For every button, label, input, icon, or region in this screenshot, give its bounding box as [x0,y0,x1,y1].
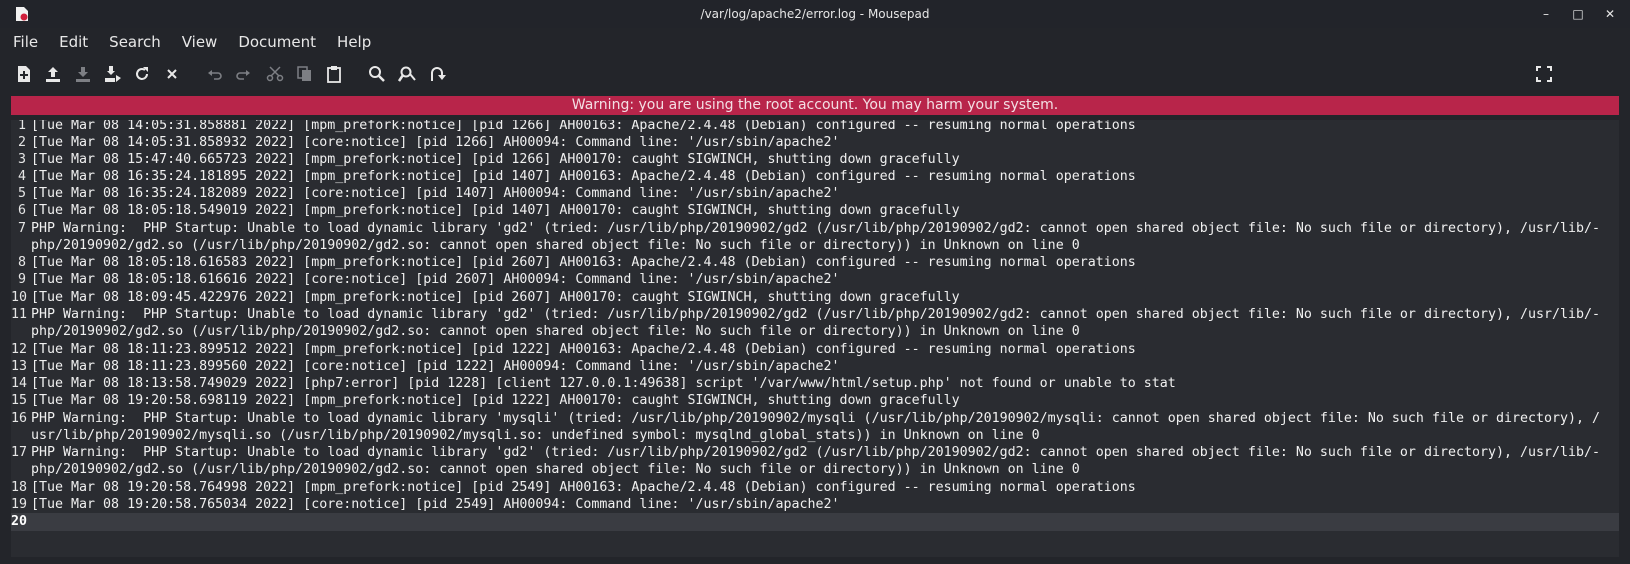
editor-line-wrap: php/20190902/gd2.so (/usr/lib/php/201909… [11,237,1619,255]
line-text: [Tue Mar 08 18:05:18.616616 2022] [core:… [31,272,840,287]
line-number: 4 [17,169,26,184]
line-text: [Tue Mar 08 16:35:24.181895 2022] [mpm_p… [31,169,1136,184]
editor-line: 1 [Tue Mar 08 14:05:31.858881 2022] [mpm_… [11,120,1619,135]
menu-file[interactable]: File [0,33,46,51]
line-number: 18 [11,480,28,495]
line-number: 15 [11,393,28,408]
maximize-button[interactable]: □ [1572,8,1584,20]
close-window-button[interactable]: ✕ [1604,8,1616,20]
editor-line: 7 PHP Warning: PHP Startup: Unable to loa… [11,220,1619,238]
editor-line: 14 [Tue Mar 08 18:13:58.749029 2022] [php… [11,375,1619,393]
editor-line: 4 [Tue Mar 08 16:35:24.181895 2022] [mpm_… [11,168,1619,186]
line-text: [Tue Mar 08 18:09:45.422976 2022] [mpm_p… [31,290,960,305]
open-icon[interactable] [43,64,63,84]
editor-line: 13 [Tue Mar 08 18:11:23.899560 2022] [cor… [11,358,1619,376]
text-editor[interactable]: 1 [Tue Mar 08 14:05:31.858881 2022] [mpm_… [11,120,1619,557]
line-text: PHP Warning: PHP Startup: Unable to load… [31,411,1601,426]
line-number: 1 [17,120,26,133]
line-text: [Tue Mar 08 18:05:18.616583 2022] [mpm_p… [31,255,1136,270]
line-text: [Tue Mar 08 19:20:58.698119 2022] [mpm_p… [31,393,960,408]
window-title: /var/log/apache2/error.log - Mousepad [700,7,930,21]
line-number: 3 [17,152,26,167]
line-text: [Tue Mar 08 19:20:58.765034 2022] [core:… [31,497,840,512]
menu-edit[interactable]: Edit [46,33,96,51]
line-number: 16 [11,411,28,426]
line-number: 6 [17,203,26,218]
fullscreen-icon[interactable] [1534,64,1554,84]
menu-search[interactable]: Search [96,33,169,51]
line-text: [Tue Mar 08 15:47:40.665723 2022] [mpm_p… [31,152,960,167]
editor-line: 2 [Tue Mar 08 14:05:31.858932 2022] [core… [11,134,1619,152]
line-text: [Tue Mar 08 16:35:24.182089 2022] [core:… [31,186,840,201]
save-icon[interactable] [73,64,93,84]
line-text: php/20190902/gd2.so (/usr/lib/php/201909… [31,462,1080,477]
line-text: php/20190902/gd2.so (/usr/lib/php/201909… [31,324,1080,339]
cut-icon[interactable] [265,64,285,84]
editor-line: 16 PHP Warning: PHP Startup: Unable to lo… [11,410,1619,428]
line-number: 12 [11,342,28,357]
menu-view[interactable]: View [169,33,226,51]
line-number: 8 [17,255,26,270]
line-text: [Tue Mar 08 18:13:58.749029 2022] [php7:… [31,376,1176,391]
save-as-icon[interactable] [103,64,123,84]
line-text: [Tue Mar 08 18:05:18.549019 2022] [mpm_p… [31,203,960,218]
line-text: PHP Warning: PHP Startup: Unable to load… [31,445,1601,460]
line-text: [Tue Mar 08 19:20:58.764998 2022] [mpm_p… [31,480,1136,495]
line-text: [Tue Mar 08 14:05:31.858932 2022] [core:… [31,135,840,150]
paste-icon[interactable] [324,64,344,84]
copy-icon[interactable] [295,64,315,84]
close-icon[interactable] [162,64,182,84]
new-document-icon[interactable] [14,64,34,84]
editor-line: 9 [Tue Mar 08 18:05:18.616616 2022] [core… [11,271,1619,289]
editor-line: 8 [Tue Mar 08 18:05:18.616583 2022] [mpm_… [11,254,1619,272]
menu-bar: File Edit Search View Document Help [0,28,1630,56]
find-icon[interactable] [367,64,387,84]
line-number: 11 [11,307,28,322]
line-text: PHP Warning: PHP Startup: Unable to load… [31,307,1601,322]
editor-line-wrap: usr/lib/php/20190902/mysqli.so (/usr/lib… [11,427,1619,445]
line-number: 5 [17,186,26,201]
editor-line: 10 [Tue Mar 08 18:09:45.422976 2022] [mpm… [11,289,1619,307]
find-replace-icon[interactable] [397,64,417,84]
line-number: 19 [11,497,28,512]
line-text: [Tue Mar 08 18:11:23.899560 2022] [core:… [31,359,840,374]
editor-line: 5 [Tue Mar 08 16:35:24.182089 2022] [core… [11,185,1619,203]
line-number: 9 [17,272,26,287]
redo-icon[interactable] [233,64,253,84]
line-number: 17 [11,445,28,460]
editor-line: 15 [Tue Mar 08 19:20:58.698119 2022] [mpm… [11,392,1619,410]
undo-icon[interactable] [205,64,225,84]
editor-line: 6 [Tue Mar 08 18:05:18.549019 2022] [mpm_… [11,202,1619,220]
line-number: 10 [11,290,28,305]
editor-line-wrap: php/20190902/gd2.so (/usr/lib/php/201909… [11,461,1619,479]
menu-help[interactable]: Help [324,33,379,51]
root-warning-banner: Warning: you are using the root account.… [11,96,1619,115]
line-text: [Tue Mar 08 18:11:23.899512 2022] [mpm_p… [31,342,1136,357]
line-text: usr/lib/php/20190902/mysqli.so (/usr/lib… [31,428,1040,443]
editor-line-wrap: php/20190902/gd2.so (/usr/lib/php/201909… [11,323,1619,341]
editor-line: 18 [Tue Mar 08 19:20:58.764998 2022] [mpm… [11,479,1619,497]
editor-line: 3 [Tue Mar 08 15:47:40.665723 2022] [mpm_… [11,151,1619,169]
line-number: 13 [11,359,28,374]
minimize-button[interactable]: – [1540,8,1552,20]
menu-document[interactable]: Document [225,33,324,51]
editor-line: 19 [Tue Mar 08 19:20:58.765034 2022] [cor… [11,496,1619,514]
line-text: PHP Warning: PHP Startup: Unable to load… [31,221,1601,236]
reload-icon[interactable] [132,64,152,84]
current-editor-line: 20 [11,513,1619,531]
editor-line: 11 PHP Warning: PHP Startup: Unable to lo… [11,306,1619,324]
line-text: [Tue Mar 08 14:05:31.858881 2022] [mpm_p… [31,120,1136,133]
title-bar: /var/log/apache2/error.log - Mousepad – … [0,0,1630,28]
line-number: 2 [17,135,26,150]
line-text: php/20190902/gd2.so (/usr/lib/php/201909… [31,238,1080,253]
line-number: 20 [11,514,28,529]
editor-line: 12 [Tue Mar 08 18:11:23.899512 2022] [mpm… [11,341,1619,359]
line-number: 14 [11,376,28,391]
toolbar [0,56,1630,94]
line-number: 7 [17,221,26,236]
go-to-icon[interactable] [427,64,447,84]
editor-line: 17 PHP Warning: PHP Startup: Unable to lo… [11,444,1619,462]
